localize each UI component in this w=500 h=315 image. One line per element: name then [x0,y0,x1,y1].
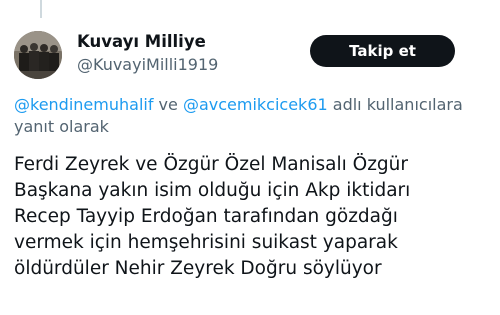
author-display-name[interactable]: Kuvayı Milliye [77,32,206,51]
tweet-text: Ferdi Zeyrek ve Özgür Özel Manisalı Özgü… [14,154,411,279]
mention-link-avcemikcicek61[interactable]: @avcemikcicek61 [183,95,328,114]
reply-context-connector: ve [153,95,183,114]
mention-link-kendinemuhalif[interactable]: @kendinemuhalif [14,95,153,114]
group-photo-avatar-icon [14,31,62,79]
reply-context-suffix: adlı kullanıcılara [327,95,463,114]
author-avatar[interactable] [14,31,62,79]
thread-connector-line [40,0,42,18]
follow-button[interactable]: Takip et [310,35,455,67]
reply-context: @kendinemuhalif ve @avcemikcicek61 adlı … [14,94,500,138]
reply-context-line: @kendinemuhalif ve @avcemikcicek61 adlı … [14,94,500,116]
reply-context-label: yanıt olarak [14,117,109,136]
author-handle[interactable]: @KuvayiMilli1919 [77,55,218,74]
